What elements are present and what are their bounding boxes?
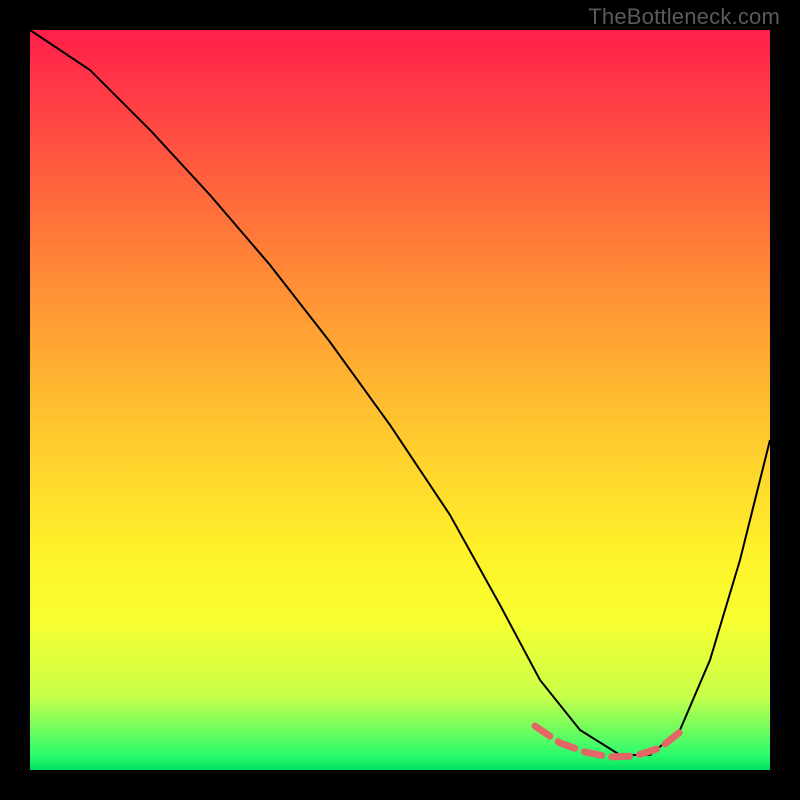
bottleneck-curve xyxy=(30,30,770,755)
optimal-band xyxy=(535,726,680,757)
chart-svg xyxy=(30,30,770,770)
plot-area xyxy=(30,30,770,770)
watermark-text: TheBottleneck.com xyxy=(588,4,780,30)
chart-frame: TheBottleneck.com xyxy=(0,0,800,800)
